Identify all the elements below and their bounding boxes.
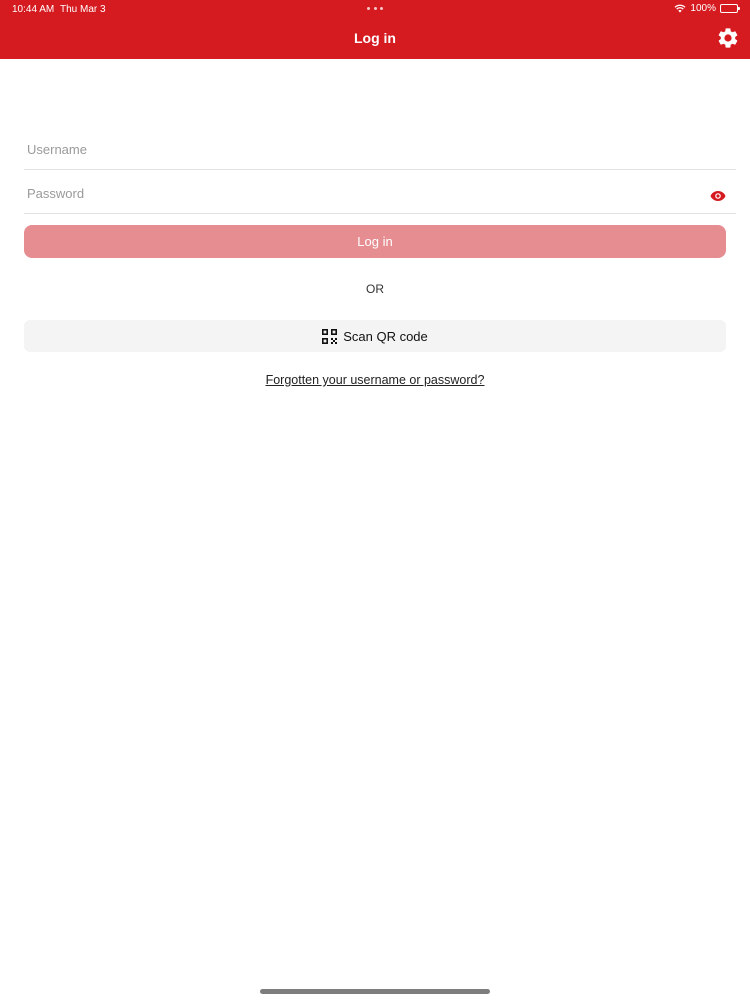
home-indicator[interactable] [260, 989, 490, 994]
password-field [24, 174, 736, 214]
app-header: 10:44 AM Thu Mar 3 100% Log in [0, 0, 750, 59]
username-field [24, 130, 736, 170]
battery-percent: 100% [690, 3, 716, 14]
eye-icon [710, 191, 726, 201]
settings-button[interactable] [716, 26, 740, 50]
or-divider: OR [366, 282, 384, 296]
username-input[interactable] [27, 142, 687, 157]
password-input[interactable] [27, 186, 687, 201]
qr-code-icon [322, 328, 338, 344]
login-button[interactable]: Log in [24, 225, 726, 258]
status-bar: 10:44 AM Thu Mar 3 100% [0, 0, 750, 18]
scan-qr-button[interactable]: Scan QR code [24, 320, 726, 352]
multitasking-dots[interactable] [367, 7, 383, 11]
forgot-credentials-link[interactable]: Forgotten your username or password? [0, 373, 750, 387]
page-title: Log in [354, 30, 396, 46]
wifi-icon [674, 4, 686, 13]
scan-qr-label: Scan QR code [343, 328, 428, 344]
gear-icon [718, 28, 738, 48]
status-time: 10:44 AM [12, 4, 55, 15]
status-right: 100% [674, 3, 740, 14]
status-date: Thu Mar 3 [60, 4, 106, 15]
show-password-button[interactable] [710, 189, 726, 201]
battery-icon [720, 4, 740, 13]
